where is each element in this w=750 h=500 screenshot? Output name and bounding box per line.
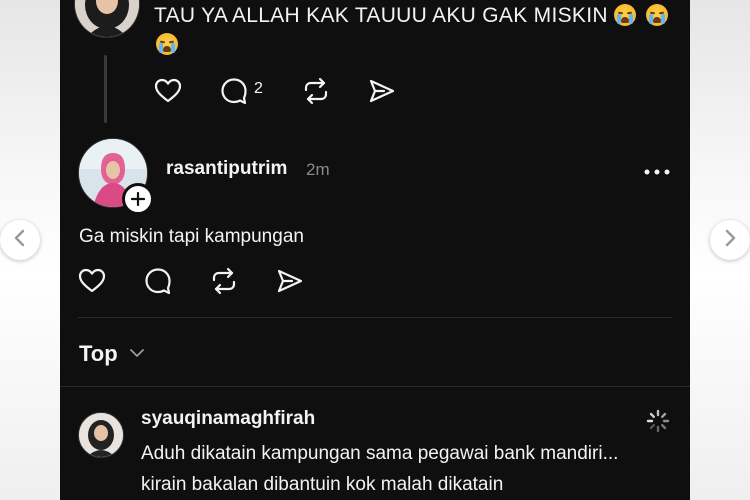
comment-icon: [221, 78, 247, 105]
like-button[interactable]: [76, 266, 108, 296]
thread-line: [104, 55, 107, 123]
loading-spinner-icon: [645, 408, 671, 434]
chevron-right-icon: [723, 229, 737, 252]
loudly-crying-emoji-icon: [613, 4, 636, 26]
comment-text-line: kirain bakalan dibantuin kok malah dikat…: [141, 474, 504, 495]
comment-text-line: Aduh dikatain kampungan sama pegawai ban…: [141, 443, 619, 464]
post-text-emoji-line: [156, 33, 178, 56]
share-button[interactable]: [366, 76, 398, 106]
divider: [78, 317, 672, 318]
reply-button[interactable]: [218, 76, 250, 106]
repost-icon: [304, 77, 328, 105]
chevron-left-icon: [13, 229, 27, 252]
repost-button[interactable]: [300, 76, 332, 106]
threads-post-panel: TAU YA ALLAH KAK TAUUU AKU GAK MISKIN 2: [60, 0, 690, 500]
comment-username[interactable]: syauqinamaghfirah: [141, 408, 315, 430]
more-horizontal-icon: [644, 169, 670, 175]
chevron-down-icon: [129, 338, 144, 364]
avatar[interactable]: [74, 0, 140, 38]
comment-icon: [145, 268, 171, 295]
heart-icon: [78, 268, 106, 293]
username[interactable]: rasantiputrim: [166, 158, 287, 180]
loudly-crying-emoji-icon: [646, 4, 669, 26]
previous-slide-button[interactable]: [0, 220, 40, 260]
repost-icon: [212, 267, 236, 295]
post-text: TAU YA ALLAH KAK TAUUU AKU GAK MISKIN: [154, 4, 669, 28]
avatar[interactable]: [78, 412, 124, 458]
post-text: Ga miskin tapi kampungan: [79, 226, 304, 247]
reply-count: 2: [254, 80, 263, 97]
like-button[interactable]: [152, 76, 184, 106]
heart-icon: [154, 78, 182, 103]
follow-button[interactable]: [122, 183, 154, 215]
send-icon: [277, 269, 303, 293]
next-slide-button[interactable]: [710, 220, 750, 260]
post-time: 2m: [306, 160, 330, 179]
send-icon: [369, 79, 395, 103]
reply-button[interactable]: [142, 266, 174, 296]
more-options-button[interactable]: [642, 160, 672, 184]
post-text-line: TAU YA ALLAH KAK TAUUU AKU GAK MISKIN: [154, 4, 608, 27]
repost-button[interactable]: [208, 266, 240, 296]
share-button[interactable]: [274, 266, 306, 296]
loudly-crying-emoji-icon: [156, 33, 178, 55]
plus-icon: [131, 192, 145, 206]
sort-label: Top: [79, 341, 118, 366]
sort-dropdown[interactable]: Top: [79, 338, 144, 367]
divider: [60, 386, 690, 387]
